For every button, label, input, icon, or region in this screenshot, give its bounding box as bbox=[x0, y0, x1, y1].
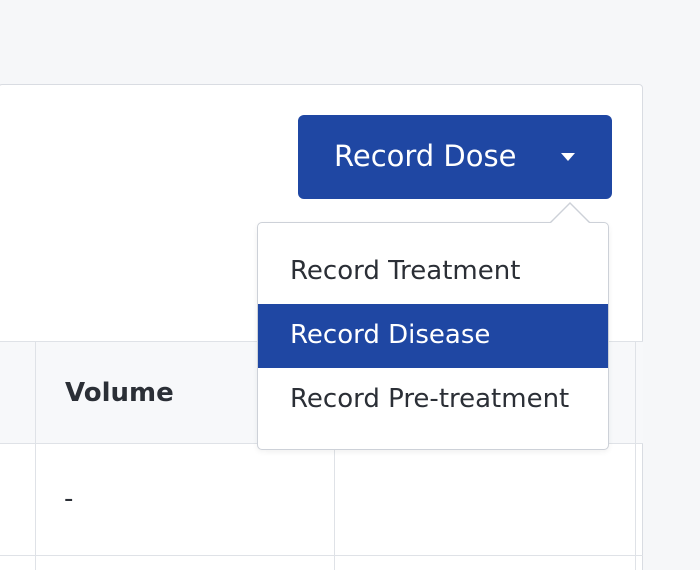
dropdown-pointer-fill bbox=[550, 204, 590, 224]
menu-item-label: Record Disease bbox=[290, 320, 491, 350]
table-divider bbox=[0, 555, 643, 556]
record-dose-button[interactable]: Record Dose bbox=[298, 115, 612, 199]
caret-down-icon[interactable] bbox=[561, 153, 575, 161]
column-divider bbox=[635, 341, 636, 570]
menu-item-label: Record Treatment bbox=[290, 256, 521, 286]
page: Volume - Record Dose Record Treatment Re… bbox=[0, 0, 700, 570]
menu-item-label: Record Pre-treatment bbox=[290, 384, 570, 414]
column-divider bbox=[35, 341, 36, 570]
column-header-volume[interactable]: Volume bbox=[65, 378, 174, 408]
menu-item-record-disease[interactable]: Record Disease bbox=[258, 304, 608, 368]
record-dose-label: Record Dose bbox=[334, 139, 517, 173]
table-cell-volume: - bbox=[64, 484, 74, 514]
menu-item-record-treatment[interactable]: Record Treatment bbox=[258, 240, 608, 304]
menu-item-record-pre-treatment[interactable]: Record Pre-treatment bbox=[258, 368, 608, 432]
record-dropdown-menu: Record Treatment Record Disease Record P… bbox=[257, 222, 609, 450]
